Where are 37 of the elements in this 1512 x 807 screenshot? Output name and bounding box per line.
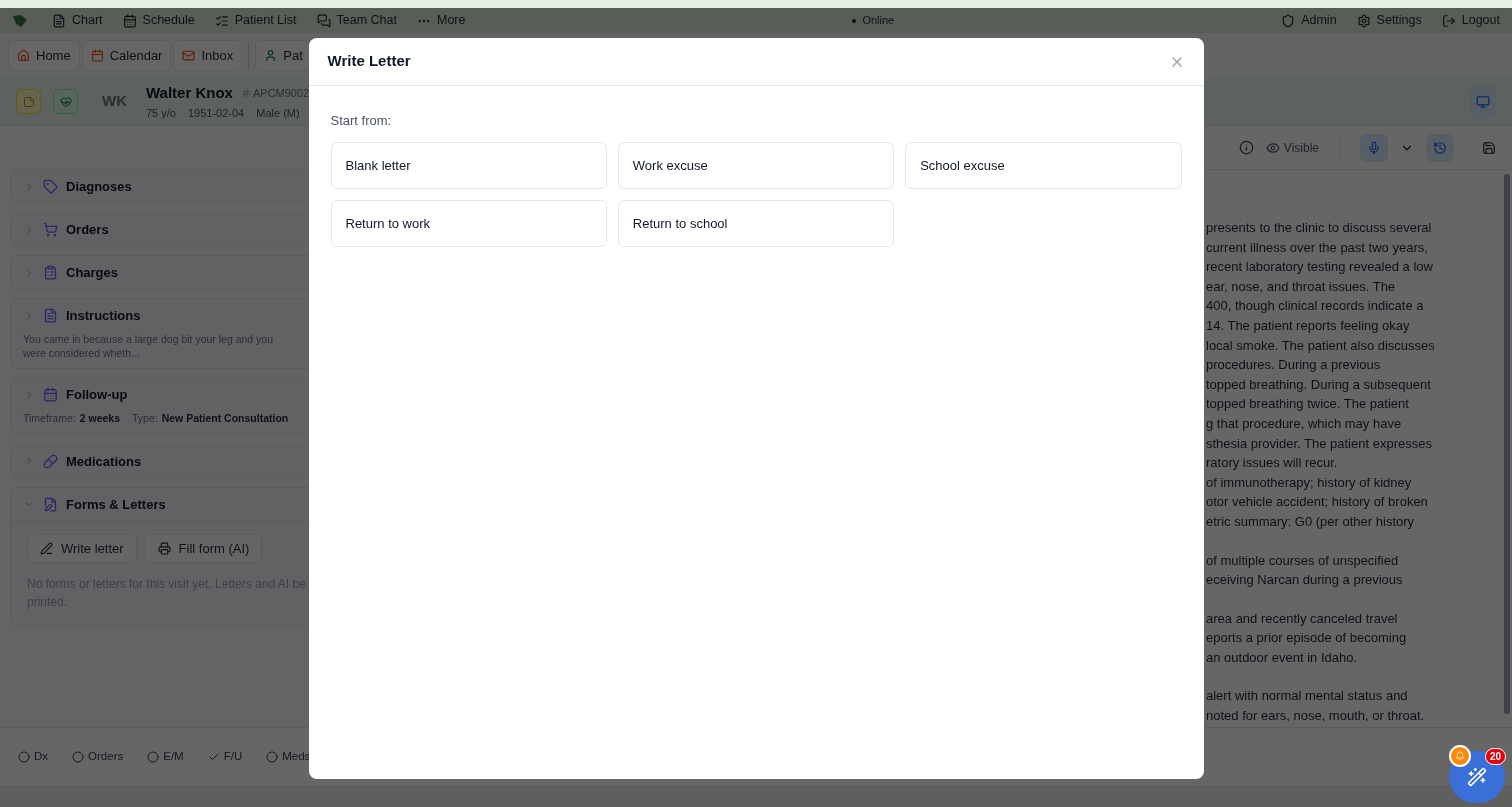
status-indicator: Online (852, 12, 895, 29)
note-text: otor vehicle accident; history of broken (1206, 493, 1429, 512)
checklist-item: F/U (207, 747, 243, 766)
note-text: of immunotherapy; history of kidney (1206, 473, 1413, 492)
patient-dob: 1951-02-04 (187, 105, 245, 121)
field-value: New Patient Consultation (161, 411, 289, 426)
checklist-item: Orders (72, 747, 124, 766)
checklist-item: E/M (147, 747, 184, 766)
note-text: an outdoor event in Idaho. (1206, 648, 1359, 667)
note-text: procedures. During a previous (1206, 356, 1382, 375)
note-text: topped breathing twice. The patient (1206, 395, 1410, 414)
note-text: local smoke. The patient also discusses (1206, 336, 1436, 355)
note-text: 400, though clinical records indicate a (1206, 297, 1425, 316)
note-text: alert with normal mental status and (1206, 687, 1409, 706)
checklist-item: Dx (18, 747, 49, 766)
note-text: of multiple courses of unspecified (1206, 551, 1400, 570)
patient-sex: Male (M) (256, 105, 300, 121)
note-text: g that procedure, which may have (1206, 414, 1403, 433)
note-text: 14. The patient reports feeling okay (1206, 316, 1411, 335)
note-text: presents to the clinic to discuss several (1206, 219, 1433, 237)
note-text: eports a prior episode of becoming (1206, 629, 1408, 648)
note-text: sthesia provider. The patient expresses (1206, 434, 1433, 453)
note-text: topped breathing. During a subsequent (1206, 375, 1432, 394)
note-text: ratory issues will recur. (1206, 454, 1339, 473)
dialog-title: Write Letter (327, 51, 411, 72)
note-text: recent laboratory testing revealed a low (1206, 258, 1434, 277)
note-text: area and recently canceled travel (1206, 609, 1399, 628)
patient-name: Walter Knox (146, 83, 233, 103)
note-text: eceiving Narcan during a previous (1206, 571, 1404, 590)
checklist-item: Meds (266, 747, 311, 766)
note-text: ear, nose, and throat issues. The (1206, 277, 1397, 296)
dialog-prompt: Start from: (330, 113, 392, 128)
note-text: etric summary: G0 (per other history (1206, 512, 1416, 531)
patient-age: 75 y/o (146, 105, 176, 121)
field-value: 2 weeks (79, 411, 120, 426)
note-text: noted for ears, nose, mouth, or throat. (1206, 707, 1426, 726)
note-text: current illness over the past two years, (1206, 238, 1429, 257)
